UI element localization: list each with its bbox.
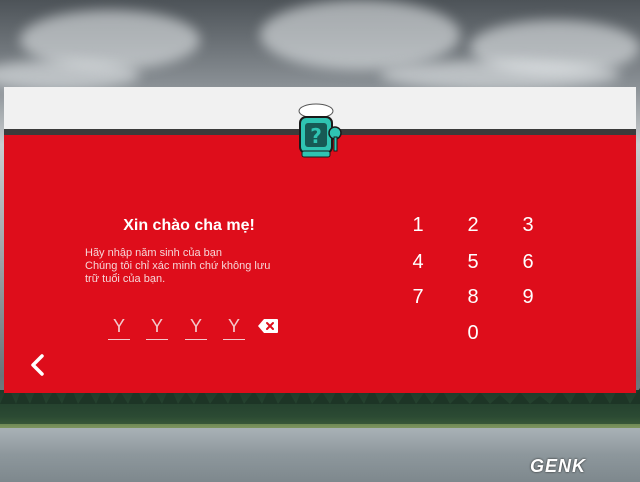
watermark-logo: GENK [530,456,587,476]
year-digit-slot-2[interactable]: Y [146,315,168,340]
svg-text:?: ? [310,124,322,148]
greeting-title: Xin chào cha mẹ! [123,217,255,234]
keypad-key-9[interactable]: 9 [510,282,546,312]
youtube-kids-robot-logo-icon: ? [298,103,342,158]
year-digit-slot-1[interactable]: Y [108,315,130,340]
parent-verification-dialog: ? Xin chào cha mẹ! Hãy nhập năm sinh của… [4,87,636,393]
keypad-key-8[interactable]: 8 [455,282,491,312]
instructions-line: Chúng tôi chỉ xác minh chứ không lưu [85,260,271,272]
backspace-icon[interactable] [258,319,278,333]
keypad-key-4[interactable]: 4 [400,247,436,277]
instructions-line: trữ tuổi của bạn. [85,273,166,285]
instructions-line: Hãy nhập năm sinh của bạn [85,247,222,259]
keypad-key-0[interactable]: 0 [455,318,491,348]
keypad-key-2[interactable]: 2 [455,210,491,240]
keypad-key-1[interactable]: 1 [400,210,436,240]
keypad-key-5[interactable]: 5 [455,247,491,277]
instructions-text: Hãy nhập năm sinh của bạn Chúng tôi chỉ … [85,247,285,286]
keypad-key-7[interactable]: 7 [400,282,436,312]
year-digit-slot-4[interactable]: Y [223,315,245,340]
chevron-left-icon[interactable] [28,353,46,377]
year-digit-slot-3[interactable]: Y [185,315,207,340]
keypad-key-3[interactable]: 3 [510,210,546,240]
keypad-key-6[interactable]: 6 [510,247,546,277]
